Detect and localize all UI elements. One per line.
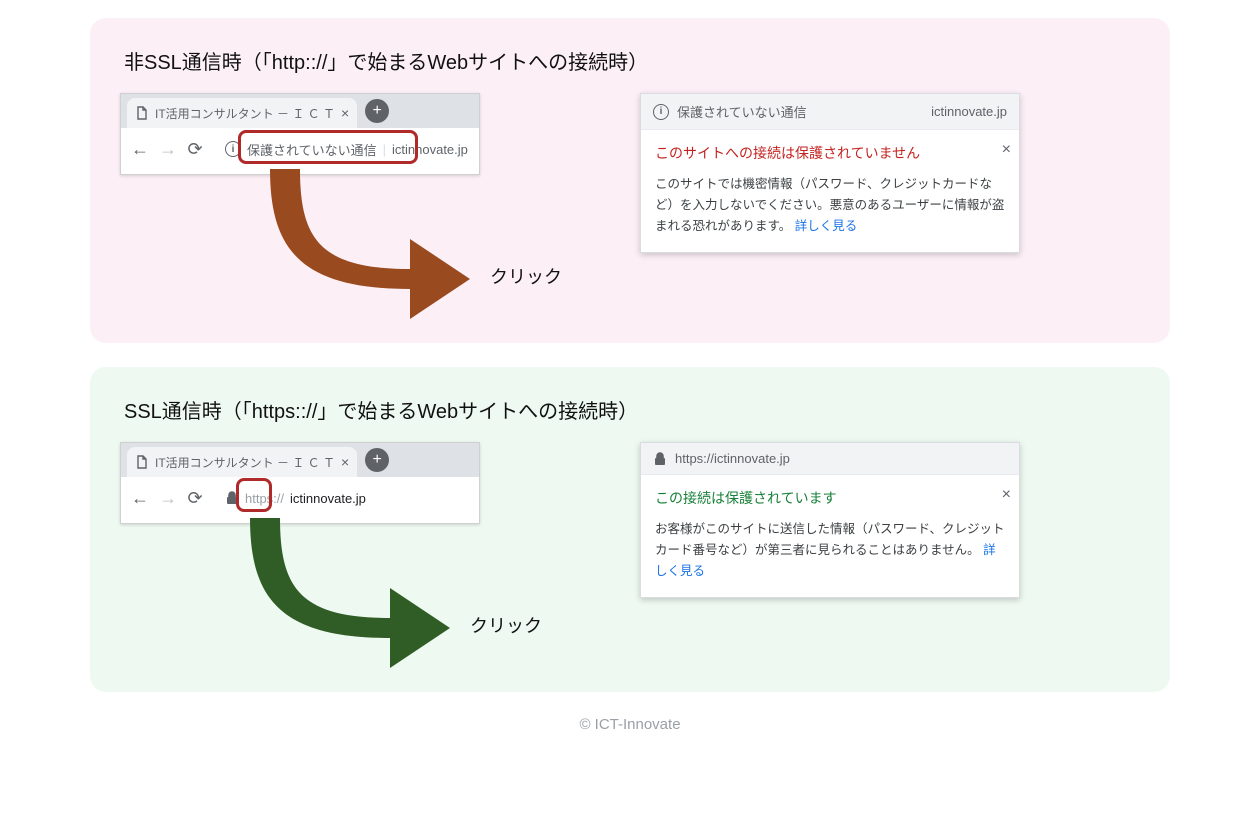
url-text: ictinnovate.jp [392,142,468,157]
info-icon: i [653,104,669,120]
ssl-section: SSL通信時（「https:://」で始まるWebサイトへの接続時） IT活用コ… [90,367,1170,692]
popup-body: × この接続は保護されています お客様がこのサイトに送信した情報（パスワード、ク… [641,475,1019,597]
nonssl-row: IT活用コンサルタント － Ｉ Ｃ Ｔ × + ← → ⟳ i 保護されていない… [120,93,1140,313]
security-popup-nonssl: i 保護されていない通信 ictinnovate.jp × このサイトへの接続は… [640,93,1020,253]
nonssl-popup-col: i 保護されていない通信 ictinnovate.jp × このサイトへの接続は… [640,93,1140,253]
arrow-icon [260,169,480,324]
address-bar[interactable]: i 保護されていない通信 | ictinnovate.jp [215,134,469,164]
nonssl-heading: 非SSL通信時（「http:://」で始まるWebサイトへの接続時） [124,46,1140,75]
forward-icon[interactable]: → [159,488,175,509]
popup-body: × このサイトへの接続は保護されていません このサイトでは機密情報（パスワード、… [641,130,1019,252]
close-icon[interactable]: × [1002,136,1011,163]
nonssl-left: IT活用コンサルタント － Ｉ Ｃ Ｔ × + ← → ⟳ i 保護されていない… [120,93,600,313]
popup-origin-bar: i 保護されていない通信 ictinnovate.jp [641,94,1019,130]
popup-title: このサイトへの接続は保護されていません [655,142,1005,166]
learn-more-link[interactable]: 詳しく見る [795,219,858,233]
reload-icon[interactable]: ⟳ [187,488,203,509]
security-label: 保護されていない通信 [247,140,377,159]
arrow-icon [240,518,460,673]
tab-bar: IT活用コンサルタント － Ｉ Ｃ Ｔ × + [121,94,479,128]
back-icon[interactable]: ← [131,488,147,509]
click-label: クリック [470,612,542,638]
footer-copyright: © ICT-Innovate [90,716,1170,733]
popup-title: この接続は保護されています [655,487,1005,511]
browser-chrome-nonssl: IT活用コンサルタント － Ｉ Ｃ Ｔ × + ← → ⟳ i 保護されていない… [120,93,480,175]
tab-title: IT活用コンサルタント － Ｉ Ｃ Ｔ [155,454,335,471]
address-bar[interactable]: https:// ictinnovate.jp [215,483,469,513]
browser-tab[interactable]: IT活用コンサルタント － Ｉ Ｃ Ｔ × [127,447,357,477]
page-icon [135,455,149,469]
new-tab-button[interactable]: + [365,448,389,472]
ssl-popup-col: https://ictinnovate.jp × この接続は保護されています お… [640,442,1140,598]
popup-origin-bar: https://ictinnovate.jp [641,443,1019,475]
info-icon[interactable]: i [225,141,241,157]
tab-close-icon[interactable]: × [341,455,349,469]
tab-title: IT活用コンサルタント － Ｉ Ｃ Ｔ [155,105,335,122]
nonssl-section: 非SSL通信時（「http:://」で始まるWebサイトへの接続時） IT活用コ… [90,18,1170,343]
popup-origin-url: https://ictinnovate.jp [675,451,790,466]
back-icon[interactable]: ← [131,139,147,160]
page-icon [135,106,149,120]
lock-icon [653,452,667,466]
toolbar: ← → ⟳ https:// ictinnovate.jp [121,477,479,523]
url-scheme: https:// [245,491,284,506]
reload-icon[interactable]: ⟳ [187,139,203,160]
toolbar: ← → ⟳ i 保護されていない通信 | ictinnovate.jp [121,128,479,174]
ssl-row: IT活用コンサルタント － Ｉ Ｃ Ｔ × + ← → ⟳ https://ic… [120,442,1140,662]
lock-icon[interactable] [225,491,239,505]
browser-chrome-ssl: IT活用コンサルタント － Ｉ Ｃ Ｔ × + ← → ⟳ https:// ic… [120,442,480,524]
popup-description: このサイトでは機密情報（パスワード、クレジットカードなど）を入力しないでください… [655,174,1005,238]
security-popup-ssl: https://ictinnovate.jp × この接続は保護されています お… [640,442,1020,598]
url-text: ictinnovate.jp [290,491,366,506]
popup-description: お客様がこのサイトに送信した情報（パスワード、クレジット カード番号など）が第三… [655,519,1005,583]
new-tab-button[interactable]: + [365,99,389,123]
popup-origin-label: 保護されていない通信 [677,102,807,121]
ssl-left: IT活用コンサルタント － Ｉ Ｃ Ｔ × + ← → ⟳ https:// ic… [120,442,600,662]
tab-close-icon[interactable]: × [341,106,349,120]
click-label: クリック [490,263,562,289]
browser-tab[interactable]: IT活用コンサルタント － Ｉ Ｃ Ｔ × [127,98,357,128]
popup-origin-url: ictinnovate.jp [931,104,1007,119]
ssl-heading: SSL通信時（「https:://」で始まるWebサイトへの接続時） [124,395,1140,424]
forward-icon[interactable]: → [159,139,175,160]
close-icon[interactable]: × [1002,481,1011,508]
tab-bar: IT活用コンサルタント － Ｉ Ｃ Ｔ × + [121,443,479,477]
